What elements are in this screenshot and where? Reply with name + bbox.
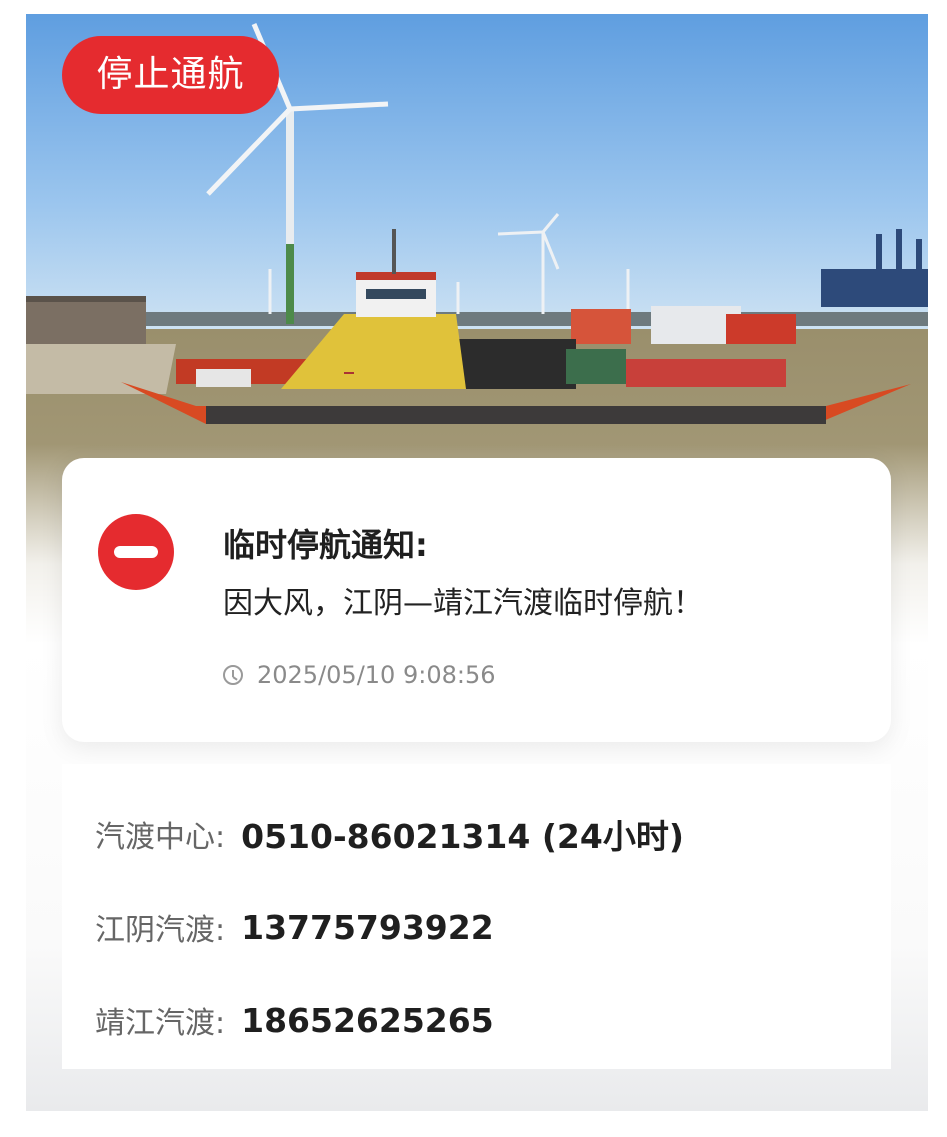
clock-icon [223, 665, 243, 685]
contact-label: 靖江汽渡: [95, 1006, 226, 1041]
contact-row-jingjiang: 靖江汽渡: 18652625265 [95, 998, 494, 1042]
contact-label: 汽渡中心: [95, 820, 226, 855]
notice-timestamp: 2025/05/10 9:08:56 [223, 658, 495, 692]
contact-label: 江阴汽渡: [95, 913, 226, 948]
contact-phone[interactable]: 18652625265 [241, 1001, 494, 1040]
stop-icon [98, 514, 174, 590]
ferry-status-page: 停止通航 临时停航通知: 因大风，江阴—靖江汽渡临时停航！ 2025/05/10… [26, 14, 928, 1111]
contact-phone[interactable]: 13775793922 [241, 908, 494, 947]
notice-title: 临时停航通知: [223, 526, 428, 564]
timestamp-text: 2025/05/10 9:08:56 [257, 661, 496, 689]
notice-message: 因大风，江阴—靖江汽渡临时停航！ [223, 586, 703, 621]
contact-row-jiangyin: 江阴汽渡: 13775793922 [95, 905, 494, 949]
contact-panel: 汽渡中心: 0510-86021314 (24小时) 江阴汽渡: 1377579… [62, 764, 891, 1069]
contact-row-center: 汽渡中心: 0510-86021314 (24小时) [95, 812, 684, 856]
status-badge: 停止通航 [62, 36, 279, 114]
contact-phone[interactable]: 0510-86021314 (24小时) [241, 810, 684, 858]
notice-card: 临时停航通知: 因大风，江阴—靖江汽渡临时停航！ 2025/05/10 9:08… [62, 458, 891, 742]
